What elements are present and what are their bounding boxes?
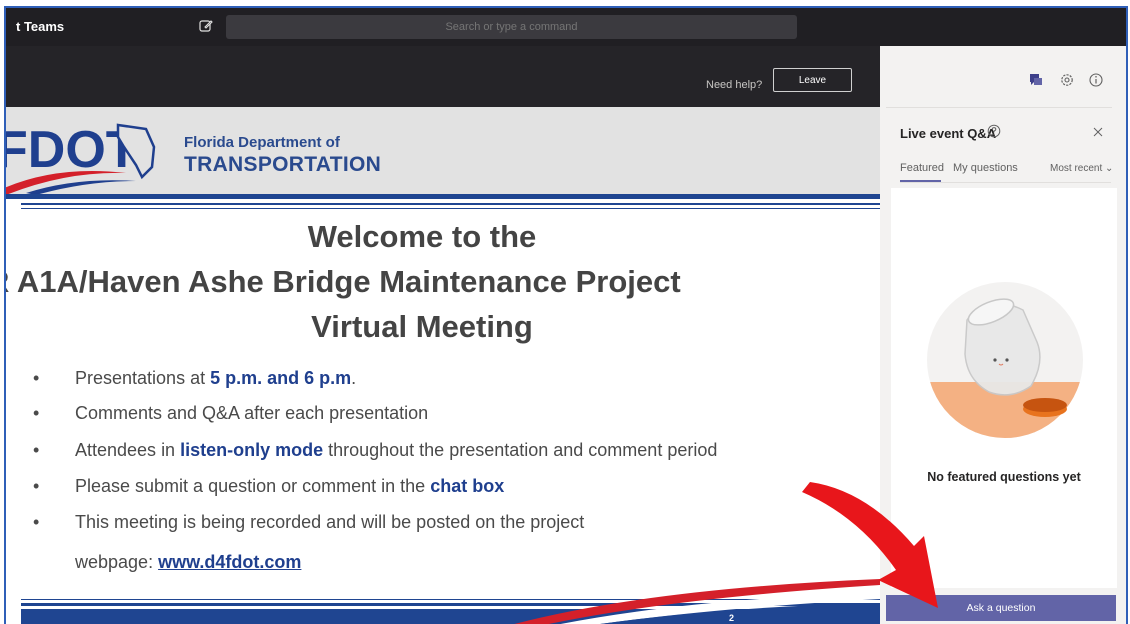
fdot-logo: FDOT: [6, 121, 156, 194]
bullet-text: Attendees in listen-only mode throughout…: [75, 440, 718, 460]
tab-featured[interactable]: Featured: [900, 162, 944, 174]
empty-jar-illustration: [927, 282, 1083, 438]
panel-divider: [886, 107, 1112, 108]
bullet-dot: •: [33, 440, 40, 460]
header-stripe: [6, 194, 880, 199]
bullet-text: Presentations at 5 p.m. and 6 p.m.: [75, 368, 357, 388]
project-webpage-link[interactable]: www.d4fdot.com: [158, 552, 301, 572]
footer-swoosh: [514, 579, 880, 624]
chat-icon[interactable]: [1028, 72, 1044, 88]
close-icon[interactable]: [1092, 126, 1104, 138]
bullet-text: Please submit a question or comment in t…: [75, 476, 505, 496]
leave-button[interactable]: Leave: [773, 68, 852, 92]
teams-window: t Teams Need help? Leave FDOT Florida De…: [4, 6, 1128, 624]
tab-my-questions[interactable]: My questions: [953, 162, 1018, 174]
slide-title-line: Virtual Meeting: [311, 309, 533, 344]
department-name: Florida Department of: [184, 134, 340, 151]
info-icon[interactable]: [1088, 72, 1104, 88]
bullet-text: This meeting is being recorded and will …: [75, 512, 585, 532]
help-icon[interactable]: [987, 124, 1001, 138]
slide-page-number: 2: [729, 613, 735, 623]
slide-title-line: R A1A/Haven Ashe Bridge Maintenance Proj…: [6, 264, 681, 299]
slide-title-line: Welcome to the: [307, 219, 537, 254]
sort-dropdown[interactable]: Most recent ⌄: [1050, 163, 1113, 174]
header-stripe: [21, 203, 880, 205]
questions-list: No featured questions yet: [891, 188, 1117, 588]
bullet-dot: •: [33, 403, 40, 423]
bullet-text: Comments and Q&A after each presentation: [75, 403, 429, 423]
app-title: t Teams: [16, 19, 65, 34]
presentation-slide: FDOT Florida Department of TRANSPORTATIO…: [6, 107, 880, 624]
empty-state-message: No featured questions yet: [927, 470, 1081, 484]
live-event-qa-panel: Live event Q&A Featured My questions Mos…: [880, 46, 1126, 624]
ask-question-button[interactable]: Ask a question: [886, 595, 1116, 621]
tabs-divider: [900, 182, 1111, 183]
department-name-emphasis: TRANSPORTATION: [184, 153, 382, 176]
bullet-dot: •: [33, 368, 40, 388]
need-help-link[interactable]: Need help?: [706, 79, 762, 91]
bullet-dot: •: [33, 476, 40, 496]
settings-icon[interactable]: [1059, 72, 1075, 88]
panel-title: Live event Q&A: [900, 126, 997, 141]
search-input[interactable]: [226, 15, 797, 39]
teams-top-bar: t Teams: [6, 8, 1126, 46]
compose-icon[interactable]: [198, 18, 214, 34]
bullet-text-continued: webpage: www.d4fdot.com: [75, 552, 302, 572]
meeting-header: Need help? Leave: [6, 46, 880, 107]
chevron-down-icon: ⌄: [1105, 163, 1114, 174]
slide-header: FDOT Florida Department of TRANSPORTATIO…: [6, 107, 880, 194]
bullet-dot: •: [33, 512, 40, 532]
header-stripe: [21, 208, 880, 209]
panel-toolbar: [880, 46, 1126, 106]
